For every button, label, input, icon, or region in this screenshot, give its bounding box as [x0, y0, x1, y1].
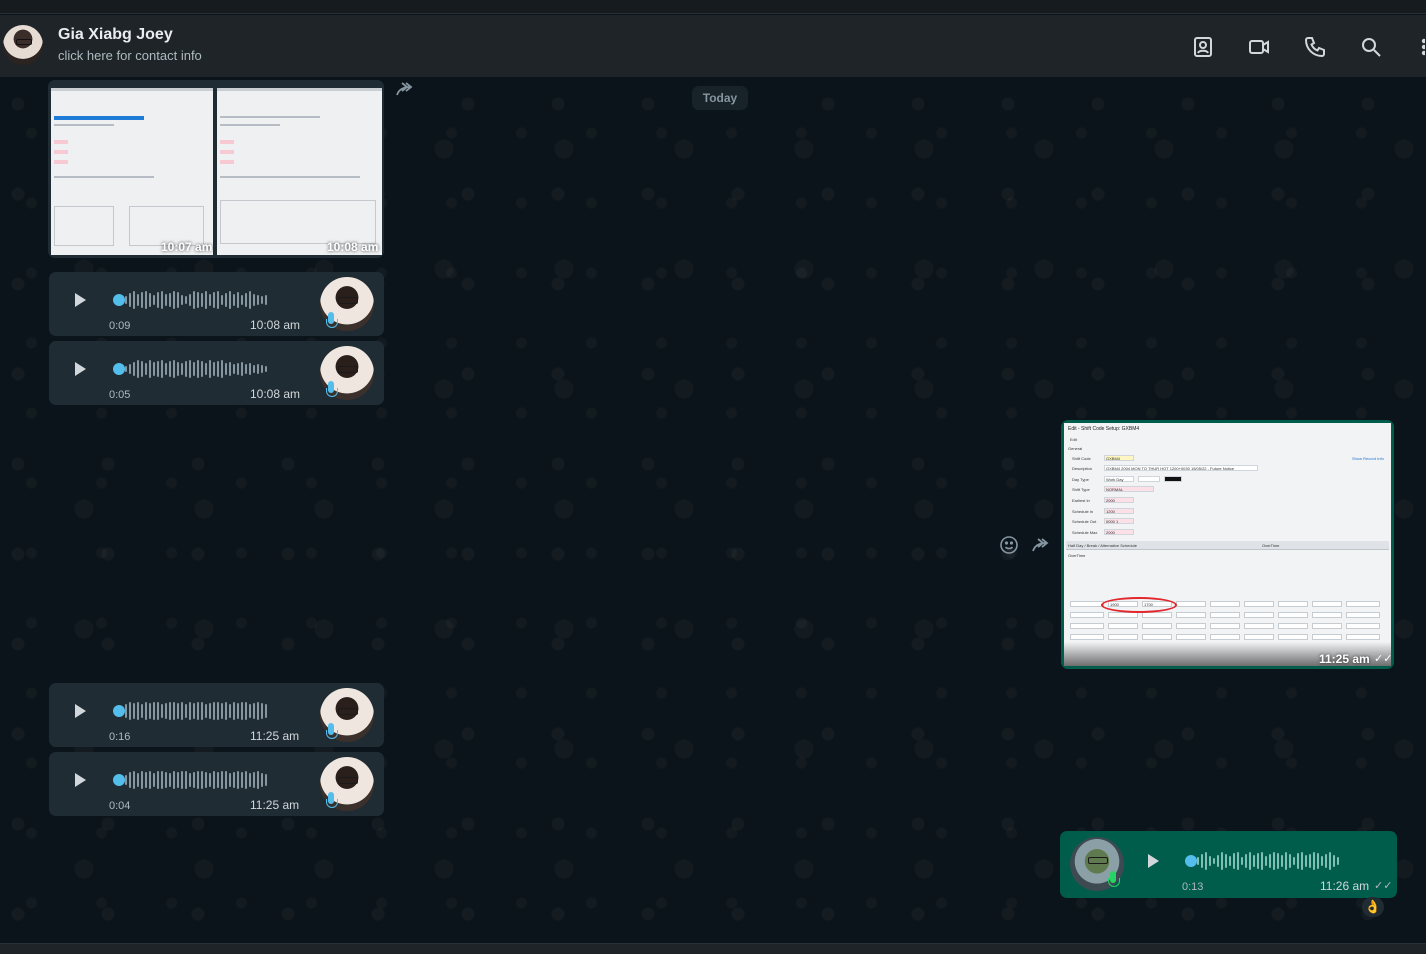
- screenshot-field-value: 2000: [1106, 498, 1115, 503]
- screenshot-field-value: 1200: [1106, 509, 1115, 514]
- playback-knob[interactable]: [113, 363, 125, 375]
- voice-duration: 0:04: [109, 800, 131, 812]
- video-call-icon[interactable]: [1247, 35, 1271, 59]
- voice-duration: 0:09: [109, 320, 131, 332]
- screenshot-lower-tab: Half Day / Break / Alternative Schedule: [1068, 543, 1137, 548]
- date-separator: Today: [692, 86, 748, 110]
- playback-knob[interactable]: [113, 774, 125, 786]
- image-time: 11:25 am: [1319, 652, 1370, 666]
- image-time: 10:08 am: [327, 240, 379, 254]
- search-icon[interactable]: [1359, 35, 1383, 59]
- menu-icon[interactable]: [1415, 35, 1426, 59]
- screenshot-field-value: GXBM4 2004 MON TO THUR HOT 1200+0030 15/…: [1106, 466, 1235, 471]
- mic-icon: [326, 723, 338, 741]
- screenshot-menu: Edit: [1070, 437, 1077, 442]
- chat-header[interactable]: Gia Xiabg Joey click here for contact in…: [0, 15, 1426, 77]
- reaction-badge[interactable]: 👌: [1362, 897, 1384, 917]
- image-thumbnail[interactable]: 10:08 am: [217, 88, 382, 255]
- screenshot-lower-tab: OverTime: [1262, 543, 1280, 548]
- screenshot-tab: General: [1068, 446, 1083, 451]
- voice-message[interactable]: 0:09 10:08 am: [49, 272, 384, 336]
- waveform[interactable]: [125, 770, 267, 790]
- screenshot-show-record-info: Show Record Info: [1352, 456, 1384, 461]
- message-time: 10:08 am: [250, 318, 301, 332]
- screenshot-field: [1138, 476, 1160, 482]
- screenshot-field-label: Schedule In: [1072, 509, 1094, 514]
- voice-message[interactable]: 0:16 11:25 am: [49, 683, 384, 747]
- forward-icon[interactable]: [1030, 536, 1052, 554]
- play-icon[interactable]: [73, 361, 89, 379]
- play-icon[interactable]: [73, 772, 89, 790]
- screenshot-field: [1164, 476, 1182, 482]
- waveform[interactable]: [1197, 851, 1339, 871]
- screenshot-field-label: Shift Code: [1072, 456, 1091, 461]
- image-message-outgoing[interactable]: Edit - Shift Code Setup: GXBM4 Edit Gene…: [1061, 420, 1394, 669]
- waveform[interactable]: [125, 701, 267, 721]
- screenshot-field-label: Day Type: [1072, 477, 1089, 482]
- voice-duration: 0:13: [1182, 881, 1204, 893]
- message-time: 11:25 am: [250, 798, 300, 812]
- voice-message[interactable]: 0:05 10:08 am: [49, 341, 384, 405]
- emoji-reaction-icon[interactable]: [999, 535, 1019, 555]
- message-time: 10:08 am: [250, 387, 301, 401]
- screenshot-field-value: 2000: [1106, 530, 1115, 535]
- voice-duration: 0:16: [109, 731, 131, 743]
- read-ticks-icon: ✓✓: [1374, 653, 1391, 665]
- contact-info-hint[interactable]: click here for contact info: [58, 48, 202, 63]
- mic-icon: [1108, 871, 1120, 889]
- voice-message-outgoing[interactable]: 0:13 11:26 am ✓✓: [1060, 831, 1397, 898]
- image-time: 10:07 am: [161, 240, 213, 254]
- screenshot-field-label: Earliest In: [1072, 498, 1090, 503]
- screenshot-field-value: 0000 1: [1106, 519, 1119, 524]
- image-thumbnail[interactable]: 10:07 am: [51, 88, 213, 255]
- play-icon[interactable]: [1146, 853, 1162, 871]
- shift-code-screenshot[interactable]: Edit - Shift Code Setup: GXBM4 Edit Gene…: [1064, 423, 1391, 666]
- screenshot-field-label: Schedule Max: [1072, 530, 1098, 535]
- message-time: 11:26 am: [1320, 879, 1370, 893]
- screenshot-field-label: Schedule Out: [1072, 519, 1097, 524]
- screenshot-field-value: Work Day: [1106, 477, 1124, 482]
- screenshot-section: OverTime: [1068, 553, 1086, 558]
- play-icon[interactable]: [73, 292, 89, 310]
- mic-icon: [326, 792, 338, 810]
- voice-message[interactable]: 0:04 11:25 am: [49, 752, 384, 816]
- screenshot-field-value: NORMAL: [1106, 487, 1124, 492]
- annotation-circle: [1101, 597, 1177, 613]
- composer-bar[interactable]: [0, 943, 1426, 954]
- voice-call-icon[interactable]: [1303, 35, 1327, 59]
- contact-name[interactable]: Gia Xiabg Joey: [58, 26, 173, 44]
- read-ticks-icon: ✓✓: [1374, 880, 1393, 892]
- image-album-message[interactable]: 10:07 am 10:08 am: [48, 80, 384, 258]
- playback-knob[interactable]: [113, 294, 125, 306]
- forward-icon[interactable]: [394, 80, 416, 98]
- waveform[interactable]: [125, 290, 267, 310]
- playback-knob[interactable]: [113, 705, 125, 717]
- screenshot-field-label: Description: [1072, 466, 1093, 471]
- mic-icon: [326, 312, 338, 330]
- screenshot-window-title: Edit - Shift Code Setup: GXBM4: [1068, 426, 1140, 432]
- waveform[interactable]: [125, 359, 267, 379]
- voice-duration: 0:05: [109, 389, 131, 401]
- play-icon[interactable]: [73, 703, 89, 721]
- window-top-bar: [0, 0, 1426, 14]
- mic-icon: [326, 381, 338, 399]
- contact-avatar[interactable]: [3, 25, 43, 65]
- screenshot-field-value: GXBM4: [1106, 456, 1121, 461]
- screenshot-field-label: Shift Type: [1072, 487, 1090, 492]
- playback-knob[interactable]: [1185, 855, 1197, 867]
- message-time: 11:25 am: [250, 729, 300, 743]
- contacts-icon[interactable]: [1191, 35, 1215, 59]
